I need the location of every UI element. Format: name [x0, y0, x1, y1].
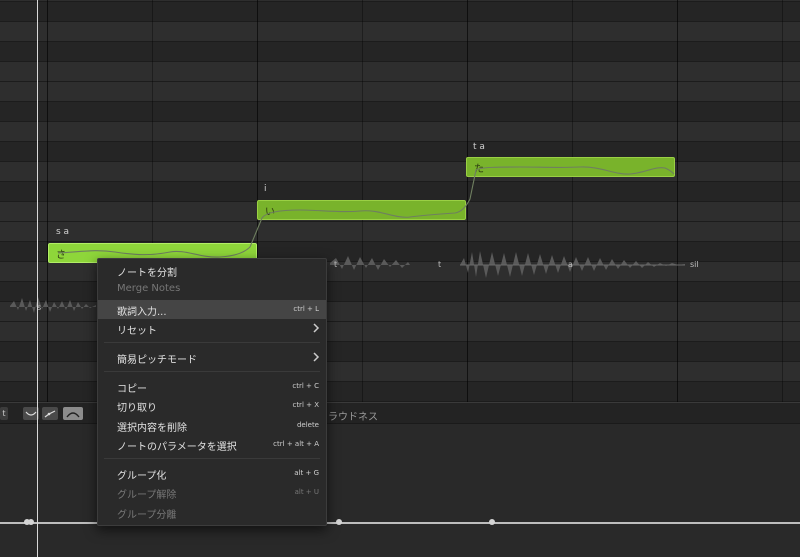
- menu-divider: [104, 371, 320, 372]
- menu-item-ungroup[interactable]: グループ解除 alt + U: [98, 483, 326, 502]
- chevron-right-icon: [313, 323, 320, 333]
- curve-point[interactable]: [28, 519, 34, 525]
- curve-point[interactable]: [336, 519, 342, 525]
- shortcut-label: ctrl + C: [292, 382, 319, 390]
- curve-down-icon: [25, 411, 37, 416]
- curve-point[interactable]: [489, 519, 495, 525]
- shortcut-label: ctrl + X: [292, 401, 319, 409]
- curve-up-icon: [66, 411, 80, 417]
- shortcut-label: delete: [296, 421, 319, 429]
- menu-item-split-note[interactable]: ノートを分割: [98, 261, 326, 280]
- menu-item-split-group[interactable]: グループ分離: [98, 503, 326, 522]
- menu-item-delete-selection[interactable]: 選択内容を削除 delete: [98, 416, 326, 435]
- curve-up-tool-button[interactable]: [63, 407, 83, 420]
- chevron-right-icon: [313, 352, 320, 362]
- menu-item-group[interactable]: グループ化 alt + G: [98, 464, 326, 483]
- context-menu: ノートを分割 Merge Notes 歌詞入力... ctrl + L リセット…: [97, 258, 327, 526]
- menu-item-lyric-input[interactable]: 歌詞入力... ctrl + L: [98, 300, 326, 319]
- line-tool-button[interactable]: [42, 407, 58, 420]
- menu-item-copy[interactable]: コピー ctrl + C: [98, 377, 326, 396]
- shortcut-label: ctrl + L: [293, 305, 319, 313]
- playhead[interactable]: [37, 0, 38, 557]
- menu-item-select-note-params[interactable]: ノートのパラメータを選択 ctrl + alt + A: [98, 435, 326, 454]
- loudness-tab[interactable]: ラウドネス: [328, 408, 378, 423]
- shortcut-label: alt + G: [294, 469, 319, 477]
- tool-button[interactable]: t: [0, 407, 8, 420]
- shortcut-label: ctrl + alt + A: [273, 440, 319, 448]
- line-draw-icon: [44, 409, 56, 417]
- menu-item-merge-notes[interactable]: Merge Notes: [98, 280, 326, 299]
- menu-divider: [104, 458, 320, 459]
- menu-item-reset[interactable]: リセット: [98, 319, 326, 338]
- menu-item-simple-pitch-mode[interactable]: 簡易ピッチモード: [98, 348, 326, 367]
- shortcut-label: alt + U: [294, 488, 319, 496]
- menu-item-cut[interactable]: 切り取り ctrl + X: [98, 396, 326, 415]
- menu-divider: [104, 342, 320, 343]
